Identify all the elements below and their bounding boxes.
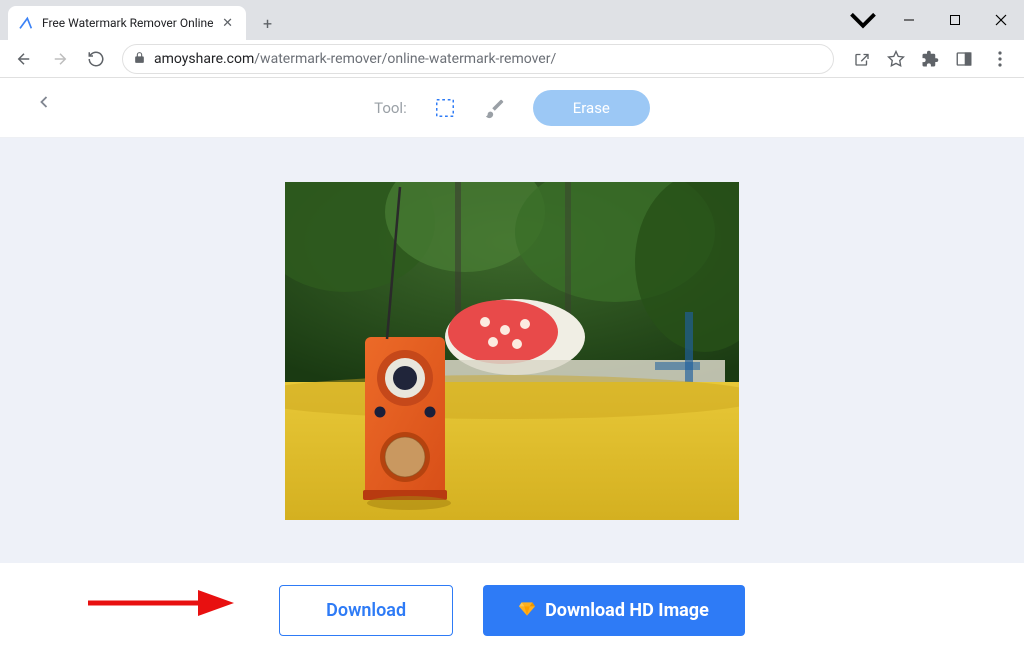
nav-back-button[interactable] — [8, 43, 40, 75]
page-content: Tool: Erase — [0, 78, 1024, 660]
download-hd-label: Download HD Image — [545, 600, 709, 621]
tool-label: Tool: — [374, 99, 407, 117]
page-back-button[interactable] — [34, 92, 54, 116]
browser-address-bar: amoyshare.com/watermark-remover/online-w… — [0, 40, 1024, 78]
extensions-icon[interactable] — [920, 49, 940, 69]
maximize-button[interactable] — [932, 0, 978, 40]
url-input[interactable]: amoyshare.com/watermark-remover/online-w… — [122, 44, 834, 74]
tab-close-icon[interactable]: ✕ — [220, 15, 236, 31]
url-path: /watermark-remover/online-watermark-remo… — [254, 51, 556, 67]
selection-tool-icon[interactable] — [433, 96, 457, 120]
lock-icon — [133, 51, 146, 67]
browser-menu-button[interactable] — [984, 43, 1016, 75]
image-canvas[interactable] — [285, 182, 739, 520]
footer-actions: Download Download HD Image — [0, 563, 1024, 660]
close-button[interactable] — [978, 0, 1024, 40]
editor-toolbar: Tool: Erase — [0, 78, 1024, 138]
nav-reload-button[interactable] — [80, 43, 112, 75]
window-controls — [840, 0, 1024, 40]
new-tab-button[interactable]: + — [254, 9, 282, 37]
tab-title: Free Watermark Remover Online — [42, 16, 214, 30]
download-hd-button[interactable]: Download HD Image — [483, 585, 745, 636]
nav-forward-button[interactable] — [44, 43, 76, 75]
bookmark-star-icon[interactable] — [886, 49, 906, 69]
share-icon[interactable] — [852, 49, 872, 69]
browser-titlebar: Free Watermark Remover Online ✕ + — [0, 0, 1024, 40]
download-button[interactable]: Download — [279, 585, 453, 636]
brush-tool-icon[interactable] — [483, 96, 507, 120]
favicon-icon — [18, 15, 34, 31]
canvas-area — [0, 138, 1024, 563]
gem-icon — [519, 602, 535, 620]
browser-tab[interactable]: Free Watermark Remover Online ✕ — [8, 6, 246, 40]
url-host: amoyshare.com — [154, 51, 254, 67]
chevron-down-icon[interactable] — [840, 0, 886, 40]
side-panel-icon[interactable] — [954, 49, 974, 69]
erase-button[interactable]: Erase — [533, 90, 650, 126]
minimize-button[interactable] — [886, 0, 932, 40]
